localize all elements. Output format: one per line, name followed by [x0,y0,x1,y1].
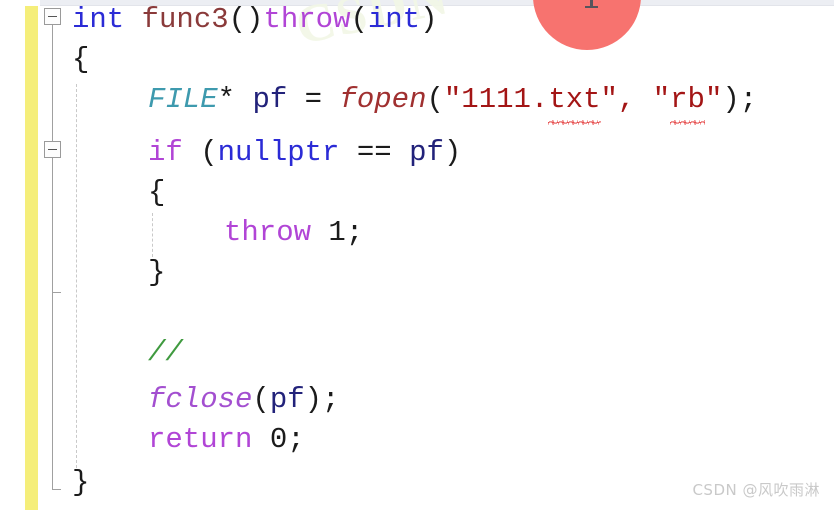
code-token: ( [252,383,270,416]
code-token: ( [182,136,218,169]
code-line[interactable]: } [72,463,89,503]
code-line[interactable]: // [148,333,183,373]
code-token: pf [409,136,444,169]
code-token: ; [345,216,364,249]
code-token: "1111. [443,83,549,116]
code-token: pf [269,383,305,416]
code-token: ", [600,83,653,116]
code-token: { [148,176,166,209]
code-text-surface[interactable]: int func3()throw(int){FILE* pf = fopen("… [0,0,834,510]
code-token: == [339,136,410,169]
code-token: * [217,83,253,116]
code-token: } [72,466,90,499]
code-line[interactable]: { [148,173,165,213]
code-token: FILE [148,83,218,116]
code-token: return [148,423,253,456]
code-token: // [148,336,183,369]
code-token: () [228,3,264,36]
code-token-error: txt [548,80,601,125]
code-token: ( [426,83,444,116]
code-token: fopen [339,83,427,116]
code-token: pf [252,83,288,116]
code-token: throw [224,216,312,249]
code-editor-view: CSDN int func3()throw(int){FILE* pf = fo… [0,0,834,510]
code-token: ); [304,383,340,416]
code-token: " [652,83,671,116]
code-token: 1 [328,216,346,249]
code-line[interactable]: throw 1; [224,213,363,253]
code-token: nullptr [217,136,340,169]
code-line[interactable]: if (nullptr == pf) [148,133,461,173]
code-token: 0 [269,423,288,456]
code-token: } [148,256,166,289]
code-token: int [72,3,125,36]
code-token: fclose [148,383,253,416]
code-token: ); [722,83,758,116]
code-token: func3 [141,3,229,36]
code-token: ) [420,3,438,36]
code-line[interactable]: { [72,40,89,80]
code-token-error: rb [670,80,705,125]
code-token: ) [443,136,462,169]
code-line[interactable]: fclose(pf); [148,380,339,420]
code-line[interactable]: return 0; [148,420,305,460]
code-token: = [287,83,340,116]
csdn-watermark: CSDN @风吹雨淋 [692,481,820,499]
code-token: ; [287,423,305,456]
code-token: { [72,43,90,76]
code-line[interactable]: } [148,253,165,293]
code-token: " [704,83,723,116]
code-token: throw [263,3,351,36]
code-token: if [148,136,183,169]
code-line[interactable]: int func3()throw(int) [72,0,438,40]
code-token: ( [350,3,368,36]
code-token: int [367,3,421,36]
code-line[interactable]: FILE* pf = fopen("1111.txt", "rb"); [148,80,758,125]
